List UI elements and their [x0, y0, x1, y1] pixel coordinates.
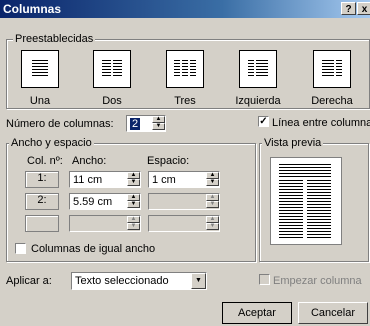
- equal-width-label: Columnas de igual ancho: [31, 243, 156, 255]
- preview-legend: Vista previa: [262, 137, 324, 149]
- preset-two[interactable]: Dos: [77, 50, 147, 107]
- width-3-spinner: ▲ ▼: [69, 215, 141, 232]
- spin-up-icon: ▲: [206, 216, 219, 223]
- spin-down-icon: ▼: [206, 223, 219, 230]
- width-spacing-group: Ancho y espacio Col. nº: Ancho: Espacio:…: [6, 137, 256, 262]
- preset-one-label: Una: [29, 95, 51, 107]
- spin-up-icon: ▲: [206, 194, 219, 201]
- help-button[interactable]: ?: [341, 2, 356, 15]
- apply-to-label: Aplicar a:: [6, 275, 52, 287]
- line-between-label: Línea entre columnas: [272, 117, 370, 129]
- num-columns-value[interactable]: 2: [130, 118, 141, 130]
- line-between-checkbox[interactable]: ✓: [258, 116, 269, 127]
- cancel-button[interactable]: Cancelar: [298, 302, 368, 324]
- equal-width-checkbox[interactable]: [15, 243, 26, 254]
- spacing-1-spinner[interactable]: 1 cm ▲ ▼: [148, 171, 220, 188]
- two-columns-icon: [93, 50, 131, 88]
- spin-up-icon[interactable]: ▲: [206, 172, 219, 179]
- col-number-2: 2:: [25, 193, 59, 210]
- start-column-checkbox: [259, 274, 270, 285]
- start-column-label: Empezar columna: [273, 275, 362, 287]
- col-number-header: Col. nº:: [27, 155, 63, 167]
- three-columns-icon: [166, 50, 204, 88]
- preset-three[interactable]: Tres: [150, 50, 220, 107]
- width-header: Ancho:: [72, 155, 107, 167]
- spacing-3-spinner: ▲ ▼: [148, 215, 220, 232]
- presets-group: Preestablecidas Una Dos Tres Izquierda D…: [5, 33, 370, 109]
- preset-left[interactable]: Izquierda: [223, 50, 293, 107]
- spin-up-icon: ▲: [127, 216, 140, 223]
- spin-down-icon[interactable]: ▼: [152, 123, 165, 130]
- spin-down-icon[interactable]: ▼: [206, 179, 219, 186]
- num-columns-label: Número de columnas:: [6, 118, 114, 130]
- window-title: Columnas: [3, 2, 62, 16]
- spin-down-icon[interactable]: ▼: [127, 179, 140, 186]
- close-button[interactable]: x: [357, 2, 370, 15]
- one-column-icon: [21, 50, 59, 88]
- right-columns-icon: [313, 50, 351, 88]
- left-columns-icon: [239, 50, 277, 88]
- preset-three-label: Tres: [174, 95, 196, 107]
- width-1-value[interactable]: 11 cm: [73, 174, 102, 186]
- width-spacing-legend: Ancho y espacio: [9, 137, 94, 149]
- presets-legend: Preestablecidas: [13, 33, 96, 45]
- spacing-1-value[interactable]: 1 cm: [152, 174, 176, 186]
- width-2-value[interactable]: 5.59 cm: [73, 196, 112, 208]
- spin-down-icon: ▼: [206, 201, 219, 208]
- spin-up-icon[interactable]: ▲: [127, 194, 140, 201]
- preset-right-label: Derecha: [311, 95, 353, 107]
- spin-down-icon: ▼: [127, 223, 140, 230]
- col-number-1: 1:: [25, 171, 59, 188]
- col-number-3: [25, 215, 59, 232]
- preset-left-label: Izquierda: [235, 95, 281, 107]
- apply-to-value: Texto seleccionado: [75, 275, 169, 287]
- dropdown-arrow-icon[interactable]: ▼: [191, 273, 206, 289]
- spacing-2-spinner: ▲ ▼: [148, 193, 220, 210]
- title-bar: Columnas ? x: [0, 0, 370, 18]
- width-1-spinner[interactable]: 11 cm ▲ ▼: [69, 171, 141, 188]
- spacing-header: Espacio:: [147, 155, 190, 167]
- spin-up-icon[interactable]: ▲: [152, 116, 165, 123]
- ok-button[interactable]: Aceptar: [222, 302, 292, 324]
- spin-down-icon[interactable]: ▼: [127, 201, 140, 208]
- preset-right[interactable]: Derecha: [297, 50, 367, 107]
- width-2-spinner[interactable]: 5.59 cm ▲ ▼: [69, 193, 141, 210]
- preset-two-label: Dos: [102, 95, 122, 107]
- apply-to-select[interactable]: Texto seleccionado ▼: [71, 272, 207, 290]
- preset-one[interactable]: Una: [5, 50, 75, 107]
- spin-up-icon[interactable]: ▲: [127, 172, 140, 179]
- preview-page: [270, 157, 342, 245]
- num-columns-spinner[interactable]: 2 ▲ ▼: [126, 115, 166, 132]
